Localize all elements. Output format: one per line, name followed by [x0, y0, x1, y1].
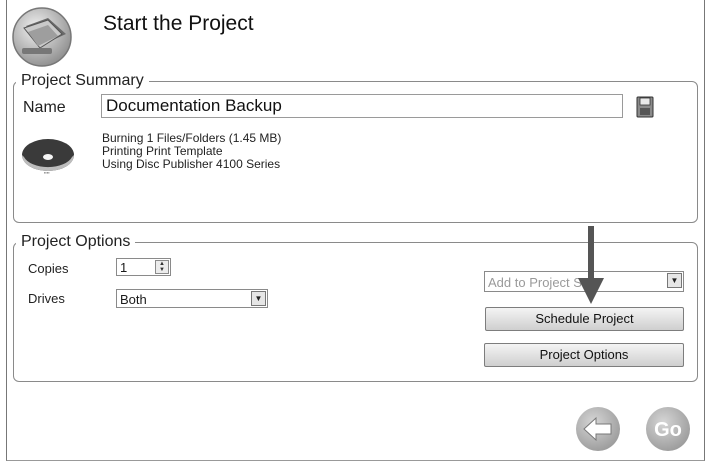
back-button[interactable] [574, 405, 622, 458]
disc-folder-icon [8, 4, 76, 68]
project-options-legend: Project Options [21, 233, 131, 250]
chevron-down-icon[interactable]: ▼ [667, 273, 682, 288]
drives-select[interactable]: Both ▼ [116, 289, 268, 308]
drives-value: Both [120, 292, 147, 307]
svg-text:▪▪▪▪: ▪▪▪▪ [44, 170, 50, 175]
chevron-down-icon[interactable]: ▼ [251, 291, 266, 306]
copies-spin-buttons[interactable]: ▲ ▼ [155, 260, 169, 274]
name-label: Name [23, 99, 66, 116]
disc-label-icon: ▪▪▪▪ [20, 137, 76, 182]
project-summary-legend: Project Summary [21, 72, 144, 89]
arrow-down-icon [578, 226, 604, 311]
go-label: Go [654, 419, 682, 441]
copies-stepper[interactable]: 1 ▲ ▼ [116, 258, 171, 276]
drives-label: Drives [28, 291, 65, 306]
copies-value: 1 [120, 260, 128, 275]
add-to-project-placeholder: Add to Project S [488, 275, 582, 290]
project-name-input[interactable]: Documentation Backup [101, 94, 623, 118]
floppy-disk-icon[interactable] [636, 96, 654, 123]
page-title: Start the Project [103, 12, 254, 35]
info-line-publisher: Using Disc Publisher 4100 Series [102, 157, 281, 171]
copies-label: Copies [28, 261, 69, 276]
spin-down-icon[interactable]: ▼ [156, 267, 168, 273]
project-info: Burning 1 Files/Folders (1.45 MB) Printi… [102, 132, 281, 171]
project-options-button[interactable]: Project Options [484, 343, 684, 367]
go-button[interactable]: Go [644, 405, 692, 458]
